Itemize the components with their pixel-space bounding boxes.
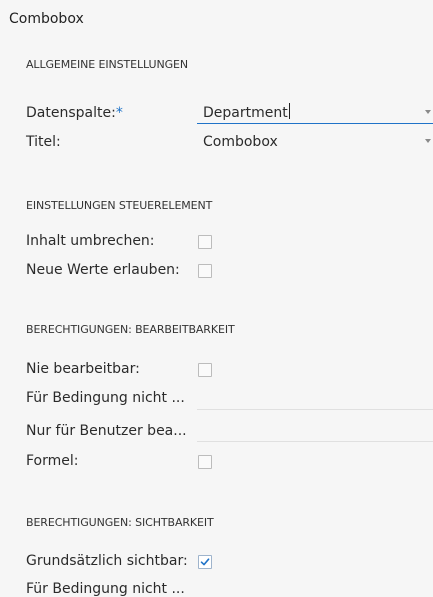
condition-not-editable-input[interactable] (197, 409, 433, 410)
panel-title: Combobox (9, 11, 84, 27)
wrap-content-label: Inhalt umbrechen: (26, 233, 155, 249)
section-edit-permissions: BERECHTIGUNGEN: BEARBEITBARKEIT (26, 323, 235, 336)
condition-not-visible-label: Für Bedingung nicht ... (26, 581, 185, 597)
section-general-settings: ALLGEMEINE EINSTELLUNGEN (26, 58, 188, 71)
always-visible-checkbox[interactable] (198, 555, 212, 569)
wrap-content-checkbox[interactable] (198, 235, 212, 249)
titel-combobox[interactable]: Combobox (197, 131, 433, 153)
section-control-settings: EINSTELLUNGEN STEUERELEMENT (26, 199, 213, 212)
section-visibility-permissions: BERECHTIGUNGEN: SICHTBARKEIT (26, 516, 214, 529)
only-user-editable-input[interactable] (197, 441, 433, 442)
datenspalte-combobox[interactable]: Department (197, 102, 433, 124)
condition-not-editable-label: Für Bedingung nicht ... (26, 390, 185, 406)
formula-label: Formel: (26, 453, 79, 469)
formula-checkbox[interactable] (198, 455, 212, 469)
only-user-editable-label: Nur für Benutzer bea... (26, 423, 187, 439)
allow-new-values-checkbox[interactable] (198, 264, 212, 278)
never-editable-label: Nie bearbeitbar: (26, 361, 140, 377)
always-visible-label: Grundsätzlich sichtbar: (26, 553, 188, 569)
datenspalte-value: Department (203, 103, 290, 121)
never-editable-checkbox[interactable] (198, 363, 212, 377)
chevron-down-icon[interactable] (425, 139, 431, 143)
allow-new-values-label: Neue Werte erlauben: (26, 262, 180, 278)
chevron-down-icon[interactable] (425, 110, 431, 114)
titel-value: Combobox (203, 134, 278, 150)
text-caret (288, 103, 290, 119)
checkmark-icon (200, 558, 210, 566)
datenspalte-label: Datenspalte:* (26, 105, 123, 121)
required-marker: * (115, 105, 123, 121)
titel-label: Titel: (26, 134, 61, 150)
